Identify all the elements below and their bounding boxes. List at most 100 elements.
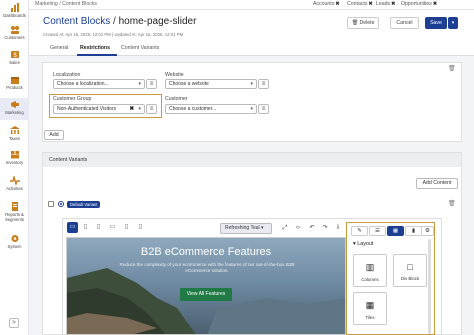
close-icon[interactable]: ✖ [391,1,395,7]
page-title-section[interactable]: Content Blocks [43,16,110,27]
cancel-button[interactable]: Cancel [390,17,419,29]
settings-gear-icon[interactable]: ⚙ [421,226,434,236]
block-tiles[interactable]: ▦ Tiles [353,292,387,325]
sidebar-collapse-button[interactable]: > [9,318,19,328]
block-columns[interactable]: ▥ Columns [353,254,387,287]
open-tab-leads[interactable]: Leads✖ [376,1,396,7]
created-at: Created At: Apr 16, 2025, 12:01 PM [43,32,111,37]
save-options-chevron-icon[interactable]: ▾ [448,17,458,29]
open-tab-opportunities[interactable]: Opportunities✖ [401,1,437,7]
layout-category[interactable]: ▾ Layout [353,241,373,247]
delete-button-label: Delete [359,20,375,26]
hero-cta-button[interactable]: View All Features [180,288,232,301]
website-menu-button[interactable]: ≡ [258,79,269,89]
variant-checkbox[interactable] [48,201,54,207]
block-label: Div Block [400,276,420,281]
tab-general[interactable]: General [50,45,68,51]
sidebar-item-activities[interactable]: Activities [0,176,29,191]
delete-button[interactable]: 🗑 Delete [347,17,379,29]
sidebar-item-label: Customers [4,35,25,40]
box-icon [10,77,19,84]
bank-icon [9,126,20,134]
inventory-icon [10,151,19,159]
sidebar-item-reports[interactable]: Reports & Segments [0,202,29,222]
customer-placeholder: Choose a customer... [169,106,217,112]
sidebar-item-label: Products [6,85,23,90]
sidebar-item-system[interactable]: System [0,234,29,249]
localization-placeholder: Choose a localization... [57,81,109,87]
fullscreen-icon[interactable]: ⤢ [280,223,290,233]
sidebar-item-label: Marketing [5,110,24,115]
customer-label: Customer [165,96,188,102]
chevron-down-icon: ▾ [138,81,141,87]
localization-menu-button[interactable]: ≡ [146,79,157,89]
customer-select[interactable]: Choose a customer... ▾ [165,104,257,114]
mobile-portrait-icon[interactable]: ▯ [121,222,132,233]
block-div-block[interactable]: □ Div Block [393,254,427,287]
open-tab-label: Leads [376,1,391,7]
trait-manager-book-icon[interactable]: ▮ [405,226,422,236]
redo-icon[interactable]: ↷ [320,223,330,233]
save-button[interactable]: Save [425,17,447,29]
close-icon[interactable]: ✖ [433,1,437,7]
trash-icon[interactable]: 🗑 [448,65,456,72]
code-icon[interactable]: ‹› [293,223,303,233]
preview-canvas[interactable]: B2B eCommerce Features Reduce the comple… [66,237,346,335]
tab-restrictions[interactable]: Restrictions [80,45,110,51]
hero-title: B2B eCommerce Features [140,246,272,258]
timestamps: Created At: Apr 16, 2025, 12:01 PM | Upd… [43,32,184,37]
theme-select[interactable]: Refreshing Teal ▾ [220,223,272,234]
website-select[interactable]: Choose a website ▾ [165,79,257,89]
website-label: Website [165,72,184,78]
localization-select[interactable]: Choose a localization... ▾ [53,79,145,89]
sidebar-item-taxes[interactable]: Taxes [0,126,29,141]
mobile-landscape-icon[interactable]: ▭ [107,222,118,233]
block-manager-grid-icon[interactable]: ▦ [387,226,404,236]
div-block-icon: □ [407,262,413,272]
trash-icon: 🗑 [351,20,359,26]
open-tab-contacts[interactable]: Contacts✖ [347,1,373,7]
sidebar-item-dashboards[interactable]: Dashboards [0,3,29,18]
import-icon[interactable]: ⇩ [333,223,343,233]
customer-menu-button[interactable]: ≡ [258,104,269,114]
sidebar-item-label: Inventory [5,160,24,165]
clear-icon[interactable]: ✖ [129,105,134,113]
chevron-down-icon: ▾ [250,106,253,112]
default-variant-radio[interactable] [58,201,64,207]
open-tab-accounts[interactable]: Accounts✖ [313,1,340,7]
active-tab-indicator [77,54,117,56]
close-icon[interactable]: ✖ [335,1,339,7]
customer-group-menu-button[interactable]: ≡ [146,104,157,114]
website-placeholder: Choose a website [169,81,209,87]
breadcrumb[interactable]: Marketing / Content Blocks [35,1,97,7]
undo-icon[interactable]: ↶ [307,223,317,233]
sidebar-item-inventory[interactable]: Inventory [0,150,29,165]
sidebar-item-label: Sales [9,60,20,65]
panel-scrollbar[interactable] [428,239,431,334]
style-manager-brush-icon[interactable]: ✎ [351,226,368,236]
sidebar-item-marketing[interactable]: Marketing [0,98,29,120]
reports-icon [11,202,18,211]
theme-select-value: Refreshing Teal [225,225,260,231]
customer-group-select[interactable]: Non-Authenticated Visitors ✖ ▾ [53,104,145,114]
close-icon[interactable]: ✖ [368,1,372,7]
customer-group-value: Non-Authenticated Visitors [57,106,117,112]
add-content-button[interactable]: Add Content [416,178,458,189]
tablet-portrait-icon[interactable]: ▯ [93,222,104,233]
tab-content-variants[interactable]: Content Variants [121,45,159,51]
sidebar-item-label: Reports & Segments [5,212,24,222]
tablet-landscape-icon[interactable]: ▯ [80,222,91,233]
desktop-view-icon[interactable]: ▭ [67,222,78,233]
people-icon [10,26,19,34]
trash-icon[interactable]: 🗑 [448,200,456,207]
bar-chart-icon [10,3,19,12]
sidebar-item-products[interactable]: Products [0,75,29,90]
default-variant-badge: Default Variant [67,201,101,208]
add-restriction-button[interactable]: Add [44,130,64,140]
sidebar-item-label: System [7,244,22,249]
layer-manager-list-icon[interactable]: ☰ [369,226,386,236]
sidebar-item-sales[interactable]: $ Sales [0,50,29,65]
megaphone-icon [10,101,19,108]
mobile-small-icon[interactable]: ▯ [135,222,146,233]
sidebar-item-customers[interactable]: Customers [0,25,29,40]
